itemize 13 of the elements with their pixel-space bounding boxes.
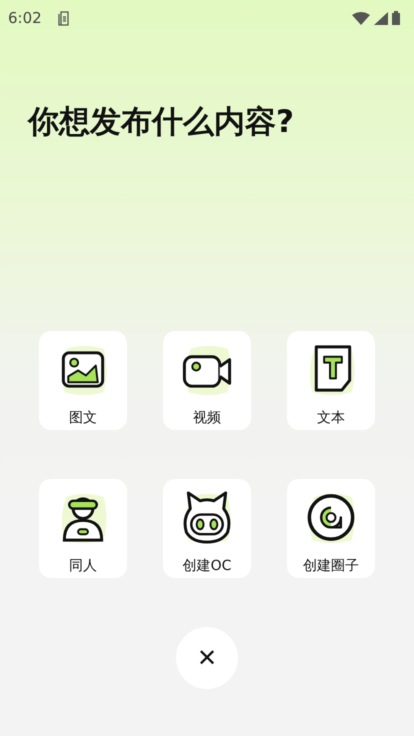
- post-type-option[interactable]: 文本: [287, 331, 375, 430]
- post-type-option[interactable]: 同人: [39, 479, 127, 578]
- wifi-icon: [352, 12, 370, 24]
- post-type-option[interactable]: 创建圈子: [287, 479, 375, 578]
- clipboard-icon: [58, 10, 71, 26]
- post-type-option[interactable]: 图文: [39, 331, 127, 430]
- page-title: 你想发布什么内容?: [26, 103, 295, 142]
- status-time: 6:02: [8, 8, 42, 29]
- close-button[interactable]: ✕: [176, 627, 238, 690]
- signal-icon: [374, 12, 388, 24]
- battery-icon: [392, 11, 400, 25]
- post-type-option[interactable]: 视频: [163, 331, 251, 430]
- post-type-option[interactable]: 创建OC: [163, 479, 251, 578]
